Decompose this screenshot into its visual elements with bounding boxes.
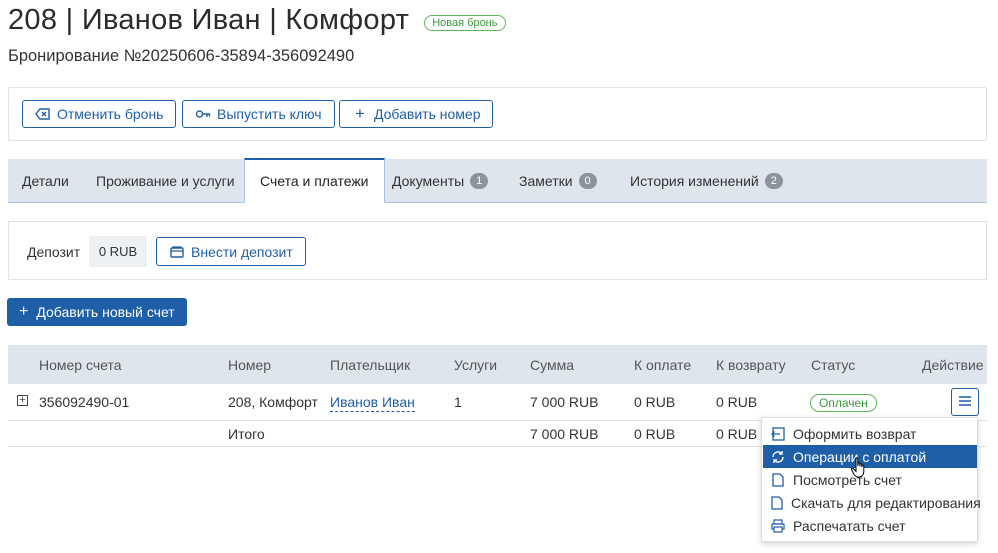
wallet-icon	[169, 245, 185, 259]
row-actions-menu: Оформить возврат Операции с оплатой Посм…	[761, 417, 981, 542]
tab-history-label: История изменений	[630, 173, 759, 189]
page-title: 208 | Иванов Иван | Комфорт	[8, 4, 410, 36]
menu-item-download-editable-label: Скачать для редактирования	[791, 494, 981, 511]
tab-documents-count: 1	[470, 173, 489, 189]
invoice-number: 356092490-01	[39, 394, 130, 410]
tab-details[interactable]: Детали	[22, 159, 69, 203]
booking-actions-panel: Отменить бронь Выпустить ключ + Добавить…	[8, 87, 987, 141]
deposit-panel: Депозит 0 RUB Внести депозит	[8, 221, 987, 280]
col-status: Статус	[811, 357, 856, 373]
plus-icon: +	[355, 104, 365, 123]
add-invoice-button[interactable]: + Добавить новый счет	[7, 298, 187, 326]
tab-notes-label: Заметки	[519, 173, 573, 189]
menu-item-view-invoice[interactable]: Посмотреть счет	[763, 468, 977, 491]
issue-key-label: Выпустить ключ	[217, 106, 322, 122]
tab-stay-services[interactable]: Проживание и услуги	[96, 159, 235, 203]
tab-documents[interactable]: Документы 1	[392, 159, 489, 203]
menu-item-print-invoice[interactable]: Распечатать счет	[763, 514, 977, 537]
add-invoice-label: Добавить новый счет	[36, 304, 175, 320]
tab-history[interactable]: История изменений 2	[630, 159, 783, 203]
menu-icon	[959, 393, 971, 411]
tabs-bar: Детали Проживание и услуги Счета и плате…	[8, 158, 987, 203]
plus-icon: +	[19, 303, 29, 320]
refund-cell: 0 RUB	[716, 394, 758, 410]
room-cell: 208, Комфорт	[228, 394, 318, 410]
tab-notes[interactable]: Заметки 0	[519, 159, 597, 203]
total-refund: 0 RUB	[716, 426, 758, 442]
status-badge: Оплачен	[810, 394, 877, 412]
add-deposit-label: Внести депозит	[191, 243, 293, 260]
tab-notes-count: 0	[578, 173, 597, 189]
table-row: + 356092490-01 208, Комфорт Иванов Иван …	[8, 384, 987, 421]
row-actions-button[interactable]	[951, 388, 979, 416]
tab-invoices-payments[interactable]: Счета и платежи	[244, 158, 385, 203]
col-to-pay: К оплате	[634, 357, 692, 373]
tab-documents-label: Документы	[392, 173, 465, 189]
printer-icon	[771, 518, 785, 533]
refund-icon	[771, 426, 785, 441]
tab-stay-services-label: Проживание и услуги	[96, 173, 235, 189]
cancel-booking-label: Отменить бронь	[57, 106, 164, 122]
issue-key-button[interactable]: Выпустить ключ	[182, 100, 335, 128]
col-services: Услуги	[454, 357, 498, 373]
menu-item-view-invoice-label: Посмотреть счет	[793, 471, 902, 488]
menu-item-payment-operations[interactable]: Операции с оплатой	[763, 445, 977, 468]
document-icon	[771, 472, 785, 487]
sync-icon	[771, 450, 785, 464]
add-room-button[interactable]: + Добавить номер	[339, 100, 494, 128]
cancel-icon	[35, 107, 51, 121]
col-payer: Плательщик	[330, 357, 411, 373]
menu-item-refund[interactable]: Оформить возврат	[763, 422, 977, 445]
col-action: Действие	[922, 357, 984, 373]
col-room: Номер	[228, 357, 272, 373]
add-deposit-button[interactable]: Внести депозит	[156, 237, 306, 266]
col-sum: Сумма	[530, 357, 574, 373]
expand-row-icon[interactable]: +	[17, 395, 28, 406]
cancel-booking-button[interactable]: Отменить бронь	[22, 100, 177, 128]
document-icon	[771, 495, 783, 510]
total-to-pay: 0 RUB	[634, 426, 676, 442]
deposit-value: 0 RUB	[89, 236, 147, 267]
add-room-label: Добавить номер	[374, 106, 481, 122]
total-sum: 7 000 RUB	[530, 426, 599, 442]
menu-item-payment-operations-label: Операции с оплатой	[793, 448, 927, 465]
menu-item-refund-label: Оформить возврат	[793, 425, 917, 442]
key-icon	[195, 107, 211, 121]
tab-invoices-payments-label: Счета и платежи	[260, 173, 369, 189]
tab-details-label: Детали	[22, 173, 69, 189]
menu-item-print-invoice-label: Распечатать счет	[793, 517, 906, 534]
total-label: Итого	[228, 426, 265, 442]
title-row: 208 | Иванов Иван | Комфорт Новая бронь	[8, 4, 506, 37]
booking-number: Бронирование №20250606-35894-356092490	[8, 47, 355, 65]
tab-history-count: 2	[764, 173, 783, 189]
payer-link[interactable]: Иванов Иван	[330, 394, 415, 412]
services-cell: 1	[454, 394, 462, 410]
to-pay-cell: 0 RUB	[634, 394, 676, 410]
deposit-label: Депозит	[27, 244, 81, 260]
booking-status-badge: Новая бронь	[424, 14, 506, 31]
sum-cell: 7 000 RUB	[530, 394, 599, 410]
col-invoice-number: Номер счета	[39, 357, 122, 373]
col-refund: К возврату	[716, 357, 786, 373]
menu-item-download-editable[interactable]: Скачать для редактирования	[763, 491, 981, 514]
table-header: Номер счета Номер Плательщик Услуги Сумм…	[8, 345, 987, 384]
